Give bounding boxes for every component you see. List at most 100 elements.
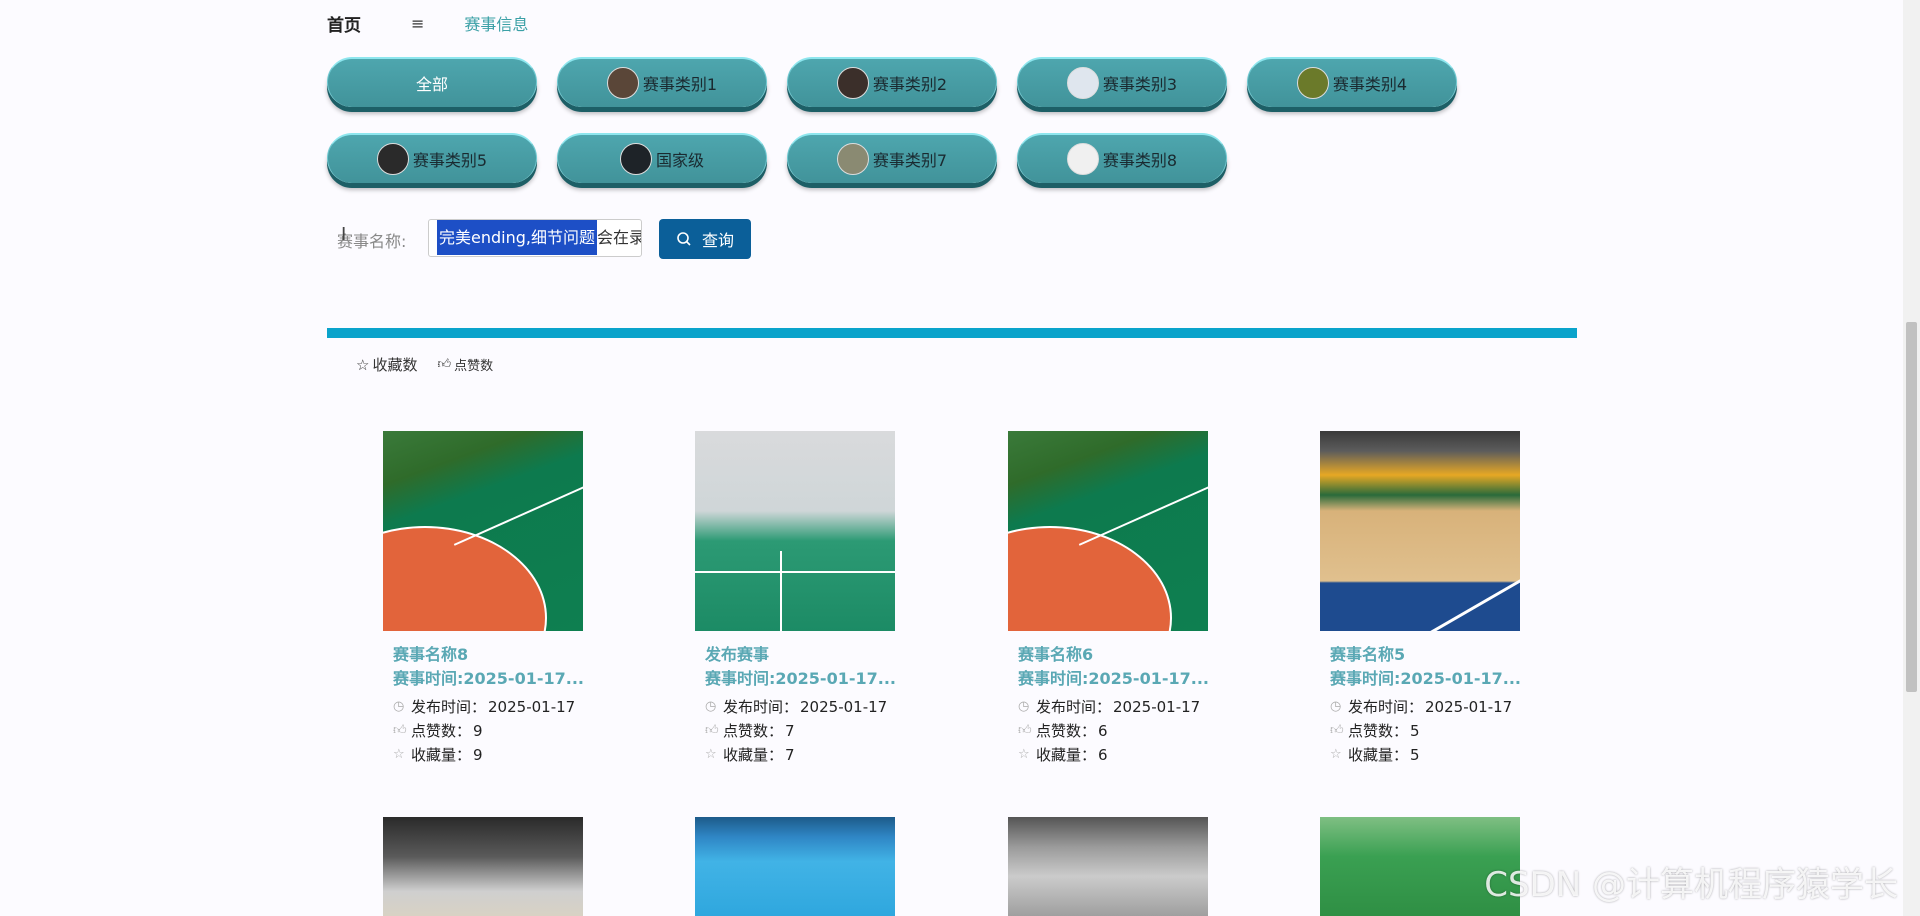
- event-card[interactable]: 赛事名称6 赛事时间:2025-01-17... ◷ 发布时间： 2025-01-1…: [1008, 431, 1208, 767]
- favorites-count: 6: [1098, 746, 1108, 764]
- event-image[interactable]: [695, 817, 895, 916]
- scrollbar-thumb[interactable]: [1906, 322, 1917, 692]
- star-icon: ☆: [1330, 747, 1342, 762]
- search-label: 赛事名称:: [337, 232, 407, 251]
- event-card[interactable]: 赛事名称8 赛事时间:2025-01-17... ◷ 发布时间： 2025-01-1…: [383, 431, 583, 767]
- search-icon: [677, 232, 691, 246]
- category-label: 赛事类别5: [412, 151, 488, 170]
- event-card[interactable]: [383, 817, 583, 916]
- likes-label: 点赞数：: [1348, 722, 1409, 740]
- likes-count: 5: [1410, 722, 1420, 740]
- category-thumb-icon: [1066, 143, 1099, 175]
- nav-home[interactable]: 首页: [327, 11, 361, 36]
- event-title[interactable]: 赛事名称6: [1018, 643, 1208, 667]
- category-label: 赛事类别8: [1102, 151, 1178, 170]
- category-button-5[interactable]: 赛事类别5: [327, 133, 537, 183]
- category-thumb-icon: [836, 67, 869, 99]
- thumbs-up-icon: 👍︎: [393, 723, 407, 738]
- category-button-3[interactable]: 赛事类别3: [1017, 57, 1227, 107]
- publish-label: 发布时间：: [1036, 698, 1112, 716]
- menu-icon[interactable]: ≡: [411, 14, 424, 33]
- event-card[interactable]: [1008, 817, 1208, 916]
- category-thumb-icon: [619, 143, 652, 175]
- event-card[interactable]: 赛事名称5 赛事时间:2025-01-17... ◷ 发布时间： 2025-01-1…: [1320, 431, 1520, 767]
- section-divider: [327, 328, 1577, 338]
- favorites-label: 收藏量：: [723, 746, 784, 764]
- category-thumb-icon: [1296, 67, 1329, 99]
- category-label: 全部: [415, 75, 448, 94]
- event-card[interactable]: 发布赛事 赛事时间:2025-01-17... ◷ 发布时间： 2025-01-17…: [695, 431, 895, 767]
- publish-date: 2025-01-17: [1113, 698, 1201, 716]
- category-button-4[interactable]: 赛事类别4: [1247, 57, 1457, 107]
- text-cursor-icon: I: [341, 224, 347, 245]
- star-icon: ☆: [393, 747, 405, 762]
- search-button-label: 查询: [701, 231, 734, 250]
- event-title[interactable]: 赛事名称5: [1330, 643, 1520, 667]
- category-button-8[interactable]: 赛事类别8: [1017, 133, 1227, 183]
- star-icon: ☆: [705, 747, 717, 762]
- event-image[interactable]: [383, 431, 583, 631]
- category-all-button[interactable]: 全部: [327, 57, 537, 107]
- sort-likes-label: 点赞数: [454, 359, 494, 374]
- nav-match-info[interactable]: 赛事信息: [464, 11, 528, 35]
- likes-count: 7: [785, 722, 795, 740]
- favorites-label: 收藏量：: [1036, 746, 1097, 764]
- event-image[interactable]: [695, 431, 895, 631]
- publish-date: 2025-01-17: [1425, 698, 1513, 716]
- star-icon: ☆: [1018, 747, 1030, 762]
- clock-icon: ◷: [393, 699, 405, 714]
- event-title[interactable]: 发布赛事: [705, 643, 895, 667]
- search-rest-text: 会在录: [596, 228, 642, 247]
- sort-favorites-label: 收藏数: [372, 356, 418, 374]
- thumbs-up-icon: 👍︎: [1018, 723, 1032, 738]
- event-image[interactable]: [1008, 431, 1208, 631]
- category-button-national[interactable]: 国家级: [557, 133, 767, 183]
- clock-icon: ◷: [705, 699, 717, 714]
- likes-count: 9: [473, 722, 483, 740]
- search-input[interactable]: 完美ending,细节问题 会在录: [428, 219, 642, 257]
- favorites-count: 9: [473, 746, 483, 764]
- category-button-1[interactable]: 赛事类别1: [557, 57, 767, 107]
- event-image[interactable]: [1320, 431, 1520, 631]
- clock-icon: ◷: [1018, 699, 1030, 714]
- likes-count: 6: [1098, 722, 1108, 740]
- favorites-label: 收藏量：: [1348, 746, 1409, 764]
- favorites-count: 7: [785, 746, 795, 764]
- publish-label: 发布时间：: [723, 698, 799, 716]
- event-image[interactable]: [383, 817, 583, 916]
- sort-favorites[interactable]: ☆ 收藏数: [356, 354, 417, 375]
- event-title[interactable]: 赛事名称8: [393, 643, 583, 667]
- publish-label: 发布时间：: [1348, 698, 1424, 716]
- category-label: 赛事类别7: [872, 151, 948, 170]
- watermark: CSDN @计算机程序猿学长: [1484, 865, 1898, 905]
- category-thumb-icon: [376, 143, 409, 175]
- category-label: 赛事类别1: [642, 75, 718, 94]
- sort-bar: ☆ 收藏数 👍︎ 点赞数: [356, 354, 493, 375]
- thumbs-up-icon: 👍︎: [437, 357, 452, 372]
- search-button[interactable]: 查询: [659, 219, 751, 259]
- likes-label: 点赞数：: [1036, 722, 1097, 740]
- category-label: 赛事类别4: [1332, 75, 1408, 94]
- category-label: 赛事类别3: [1102, 75, 1178, 94]
- thumbs-up-icon: 👍︎: [1330, 723, 1344, 738]
- event-time: 赛事时间:2025-01-17...: [705, 669, 895, 688]
- event-time: 赛事时间:2025-01-17...: [393, 669, 583, 688]
- publish-label: 发布时间：: [411, 698, 487, 716]
- event-time: 赛事时间:2025-01-17...: [1018, 669, 1208, 688]
- category-thumb-icon: [606, 67, 639, 99]
- clock-icon: ◷: [1330, 699, 1342, 714]
- star-icon: ☆: [356, 355, 370, 374]
- category-thumb-icon: [836, 143, 869, 175]
- event-time: 赛事时间:2025-01-17...: [1330, 669, 1520, 688]
- category-label: 国家级: [655, 151, 704, 170]
- favorites-count: 5: [1410, 746, 1420, 764]
- sort-likes[interactable]: 👍︎ 点赞数: [437, 354, 493, 375]
- category-button-7[interactable]: 赛事类别7: [787, 133, 997, 183]
- favorites-label: 收藏量：: [411, 746, 472, 764]
- event-image[interactable]: [1008, 817, 1208, 916]
- publish-date: 2025-01-17: [800, 698, 888, 716]
- event-card[interactable]: [695, 817, 895, 916]
- category-thumb-icon: [1066, 67, 1099, 99]
- category-button-2[interactable]: 赛事类别2: [787, 57, 997, 107]
- top-nav: 首页 ≡ 赛事信息: [327, 8, 528, 38]
